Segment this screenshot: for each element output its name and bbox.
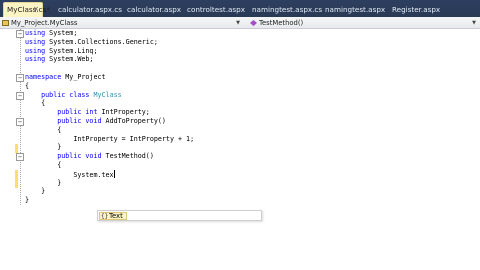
- keyword-token: using: [25, 46, 46, 55]
- type-dropdown[interactable]: My_Project.MyClass ▼: [2, 18, 242, 28]
- keyword-token: namespace: [25, 72, 62, 81]
- code-line[interactable]: [25, 64, 194, 73]
- keyword-token: public int: [57, 108, 98, 117]
- collapse-toggle[interactable]: −: [16, 30, 24, 38]
- code-token: {: [25, 81, 30, 90]
- code-token: }: [25, 178, 62, 187]
- code-token: {: [25, 160, 62, 169]
- tab-namingtest-aspx-cs[interactable]: namingtest.aspx.cs: [249, 3, 322, 17]
- code-token: {: [25, 125, 62, 134]
- outline-guide: [20, 29, 21, 205]
- intellisense-item-label: Text: [109, 212, 123, 220]
- change-indicator: [15, 144, 18, 153]
- code-token: }: [25, 196, 30, 205]
- code-line[interactable]: public class MyClass: [25, 91, 194, 100]
- chevron-down-icon: ▼: [472, 20, 476, 26]
- close-icon[interactable]: ×: [33, 3, 39, 16]
- intellisense-popup: {}Text: [97, 210, 262, 221]
- class-icon: [2, 19, 9, 26]
- collapse-toggle[interactable]: −: [16, 92, 24, 100]
- code-line[interactable]: }: [25, 196, 194, 205]
- tab-register-aspx[interactable]: Register.aspx: [389, 3, 440, 17]
- code-token: {: [25, 99, 46, 108]
- code-token: System.tex: [25, 170, 114, 179]
- code-line[interactable]: {: [25, 99, 194, 108]
- text-caret: [113, 169, 115, 178]
- intellisense-item[interactable]: {}Text: [99, 212, 127, 220]
- code-line[interactable]: {: [25, 161, 194, 170]
- code-token: IntProperty;: [97, 108, 150, 117]
- keyword-token: using: [25, 37, 46, 46]
- tab-label: namingtest.aspx: [325, 5, 386, 14]
- namespace-icon: {}: [101, 213, 109, 220]
- code-line[interactable]: {: [25, 126, 194, 135]
- code-line[interactable]: using System;: [25, 29, 194, 38]
- code-token: }: [25, 187, 46, 196]
- code-line[interactable]: }: [25, 179, 194, 188]
- tab-label: namingtest.aspx.cs: [252, 5, 323, 14]
- code-line[interactable]: }: [25, 187, 194, 196]
- code-line[interactable]: namespace My_Project: [25, 73, 194, 82]
- tab-label: Register.aspx: [392, 5, 441, 14]
- tab-label: controltest.aspx: [187, 5, 245, 14]
- tab-calculator-aspx[interactable]: calculator.aspx: [124, 3, 181, 17]
- chevron-down-icon: ▼: [236, 20, 240, 26]
- code-line[interactable]: System.tex: [25, 169, 194, 179]
- code-token: AddToProperty(): [101, 116, 166, 125]
- keyword-token: public void: [57, 116, 102, 125]
- code-line[interactable]: using System.Web;: [25, 55, 194, 64]
- code-token: System.Collections.Generic;: [45, 37, 158, 46]
- change-indicator: [15, 170, 18, 188]
- code-token: }: [25, 143, 62, 152]
- keyword-token: public class: [41, 90, 90, 99]
- tab-namingtest-aspx[interactable]: namingtest.aspx: [322, 3, 385, 17]
- code-line[interactable]: {: [25, 82, 194, 91]
- code-token: IntProperty = IntProperty + 1;: [25, 134, 195, 143]
- code-token: TestMethod(): [101, 152, 154, 161]
- code-line[interactable]: IntProperty = IntProperty + 1;: [25, 135, 194, 144]
- member-dropdown[interactable]: TestMethod() ▼: [250, 18, 478, 28]
- collapse-toggle[interactable]: −: [16, 118, 24, 126]
- document-tab-strip: MyClass.cs* × calculator.aspx.cs calcula…: [0, 0, 480, 17]
- method-icon: [250, 19, 257, 26]
- indicator-margin: [0, 29, 9, 270]
- member-dropdown-label: TestMethod(): [259, 19, 304, 27]
- type-dropdown-label: My_Project.MyClass: [11, 19, 78, 27]
- code-line[interactable]: public void TestMethod(): [25, 152, 194, 161]
- code-line[interactable]: using System.Collections.Generic;: [25, 38, 194, 47]
- code-line[interactable]: using System.Linq;: [25, 47, 194, 56]
- code-line[interactable]: public int IntProperty;: [25, 108, 194, 117]
- code-text[interactable]: using System; using System.Collections.Ge…: [25, 29, 194, 205]
- tab-myclass-cs[interactable]: MyClass.cs* ×: [3, 2, 50, 17]
- navigation-bar: My_Project.MyClass ▼ TestMethod() ▼: [0, 17, 480, 29]
- tab-label: calculator.aspx.cs: [58, 5, 123, 14]
- collapse-toggle[interactable]: −: [16, 74, 24, 82]
- keyword-token: using: [25, 29, 46, 37]
- code-line[interactable]: public void AddToProperty(): [25, 117, 194, 126]
- type-token: MyClass: [93, 90, 122, 99]
- code-token: System.Linq;: [45, 46, 98, 55]
- collapse-toggle[interactable]: −: [16, 153, 24, 161]
- tab-label: MyClass.cs*: [7, 5, 50, 14]
- tab-label: calculator.aspx: [127, 5, 182, 14]
- keyword-token: public void: [57, 152, 102, 161]
- code-line[interactable]: }: [25, 143, 194, 152]
- code-editor[interactable]: − − − − − using System; using System.Coll…: [0, 29, 480, 270]
- code-token: System.Web;: [45, 55, 94, 64]
- code-token: System;: [45, 29, 78, 37]
- code-token: My_Project: [61, 72, 106, 81]
- tab-calculator-aspx-cs[interactable]: calculator.aspx.cs: [55, 3, 122, 17]
- keyword-token: using: [25, 55, 46, 64]
- tab-controltest-aspx[interactable]: controltest.aspx: [184, 3, 245, 17]
